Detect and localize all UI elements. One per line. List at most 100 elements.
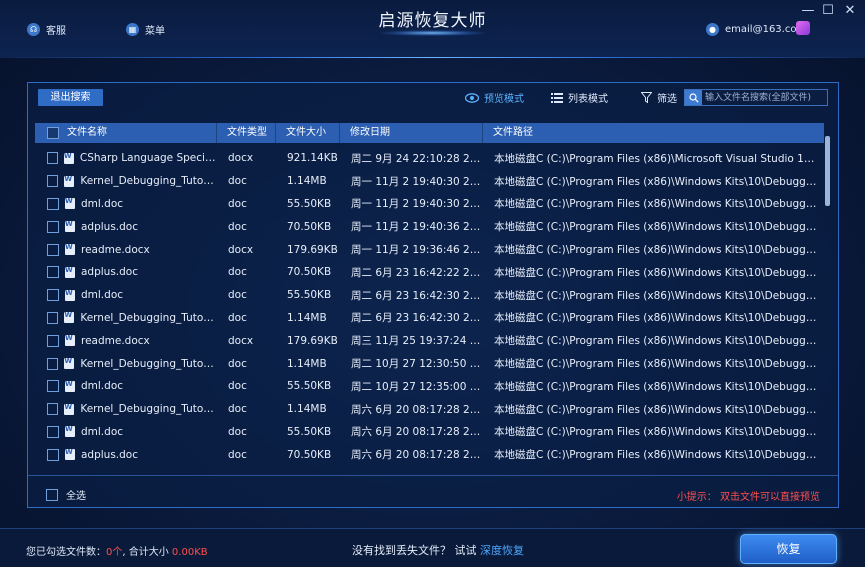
- column-header-name[interactable]: 文件名称: [35, 123, 217, 143]
- filter-button[interactable]: 筛选: [641, 89, 677, 106]
- row-checkbox[interactable]: [47, 357, 59, 370]
- cell-size: 55.50KB: [287, 289, 332, 302]
- search-icon[interactable]: [685, 90, 702, 105]
- cell-path: 本地磁盘C (C:)\Program Files (x86)\Windows K…: [494, 403, 818, 416]
- row-checkbox[interactable]: [47, 152, 58, 165]
- word-document-icon: [64, 312, 75, 324]
- row-checkbox[interactable]: [47, 403, 59, 416]
- column-header-modified[interactable]: 修改日期: [340, 123, 483, 143]
- header-checkbox[interactable]: [47, 127, 59, 139]
- word-document-icon: [65, 426, 75, 438]
- list-icon: [551, 92, 563, 103]
- select-all-checkbox[interactable]: [46, 488, 58, 501]
- results-panel: 退出搜索 预览模式 列表模式 筛选 文件名称 文件类型 文件大: [27, 82, 839, 508]
- cell-size: 179.69KB: [287, 243, 338, 256]
- file-table-body: CSharp Language Specifica... docx 921.14KB…: [35, 147, 824, 476]
- table-row[interactable]: adplus.doc doc 70.50KB 周一 11月 2 19:40:36 20…: [35, 215, 824, 238]
- close-icon[interactable]: ✕: [842, 3, 858, 19]
- table-row[interactable]: Kernel_Debugging_Tutoria... doc 1.14MB 周六 6…: [35, 398, 824, 421]
- cell-size: 1.14MB: [287, 175, 327, 188]
- table-row[interactable]: dml.doc doc 55.50KB 周一 11月 2 19:40:30 2020 本…: [35, 193, 824, 216]
- table-row[interactable]: readme.docx docx 179.69KB 周三 11月 25 19:37:2…: [35, 329, 824, 352]
- cell-name: dml.doc: [35, 289, 217, 302]
- table-row[interactable]: adplus.doc doc 70.50KB 周二 6月 23 16:42:22 20…: [35, 261, 824, 284]
- list-mode-label: 列表模式: [568, 94, 608, 105]
- column-header-type[interactable]: 文件类型: [217, 123, 276, 143]
- table-row[interactable]: Kernel_Debugging_Tutoria... doc 1.14MB 周二 1…: [35, 352, 824, 375]
- table-row[interactable]: dml.doc doc 55.50KB 周二 10月 27 12:35:00 2020…: [35, 375, 824, 398]
- column-header-path[interactable]: 文件路径: [483, 123, 824, 143]
- cell-type: doc: [228, 197, 247, 210]
- cell-path: 本地磁盘C (C:)\Program Files (x86)\Windows K…: [494, 221, 818, 234]
- cell-size: 70.50KB: [287, 220, 332, 233]
- search-input[interactable]: [702, 90, 827, 105]
- cell-modified: 周一 11月 2 19:40:36 2020: [351, 221, 483, 234]
- account-email: email@163.com: [725, 23, 807, 35]
- recover-button[interactable]: 恢复: [740, 534, 837, 564]
- word-document-icon: [64, 175, 75, 187]
- cell-size: 1.14MB: [287, 311, 327, 324]
- cell-type: doc: [228, 403, 247, 416]
- cell-name: Kernel_Debugging_Tutoria...: [35, 357, 217, 370]
- cell-modified: 周二 10月 27 12:30:50 2020: [351, 358, 483, 371]
- row-checkbox[interactable]: [47, 311, 59, 324]
- cell-path: 本地磁盘C (C:)\Program Files (x86)\Windows K…: [494, 198, 818, 211]
- row-checkbox[interactable]: [47, 425, 59, 438]
- word-document-icon: [65, 449, 75, 461]
- row-checkbox[interactable]: [47, 266, 59, 279]
- cell-size: 70.50KB: [287, 266, 332, 279]
- list-mode-button[interactable]: 列表模式: [551, 89, 608, 106]
- row-checkbox[interactable]: [47, 334, 59, 347]
- title-bar: ☊ 客服 ▦ 菜单 启源恢复大师 ● email@163.com — ☐ ✕: [0, 0, 865, 58]
- vip-crown-icon[interactable]: [796, 21, 810, 35]
- minimize-icon[interactable]: —: [800, 3, 816, 19]
- row-checkbox[interactable]: [47, 197, 59, 210]
- row-checkbox[interactable]: [47, 175, 59, 188]
- deep-recover-link[interactable]: 深度恢复: [480, 544, 524, 557]
- table-row[interactable]: Kernel_Debugging_Tutoria... doc 1.14MB 周一 1…: [35, 170, 824, 193]
- cell-modified: 周二 6月 23 16:42:22 2020: [351, 266, 483, 279]
- cell-size: 179.69KB: [287, 334, 338, 347]
- cell-path: 本地磁盘C (C:)\Program Files (x86)\Windows K…: [494, 312, 818, 325]
- table-row[interactable]: dml.doc doc 55.50KB 周六 6月 20 08:17:28 2020 本…: [35, 421, 824, 444]
- cell-name: adplus.doc: [35, 266, 217, 279]
- preview-mode-button[interactable]: 预览模式: [465, 89, 524, 106]
- cell-name: readme.docx: [35, 334, 217, 347]
- cell-modified: 周六 6月 20 08:17:28 2020: [351, 426, 483, 439]
- word-document-icon: [65, 198, 75, 210]
- panel-divider: [28, 475, 838, 476]
- cell-name: adplus.doc: [35, 220, 217, 233]
- cell-modified: 周一 11月 2 19:36:46 2020: [351, 244, 483, 257]
- table-row[interactable]: adplus.doc doc 70.50KB 周六 6月 20 08:17:28 20…: [35, 443, 824, 466]
- cell-type: docx: [228, 334, 254, 347]
- cell-path: 本地磁盘C (C:)\Program Files (x86)\Windows K…: [494, 244, 818, 257]
- maximize-icon[interactable]: ☐: [820, 3, 836, 19]
- row-checkbox[interactable]: [47, 448, 59, 461]
- cell-size: 1.14MB: [287, 357, 327, 370]
- word-document-icon: [65, 380, 75, 392]
- scrollbar-thumb[interactable]: [825, 136, 830, 206]
- row-checkbox[interactable]: [47, 289, 59, 302]
- table-row[interactable]: dml.doc doc 55.50KB 周二 6月 23 16:42:30 2020 本…: [35, 284, 824, 307]
- select-all-label: 全选: [66, 491, 86, 502]
- search-box: [684, 89, 828, 106]
- table-row[interactable]: CSharp Language Specifica... docx 921.14KB…: [35, 147, 824, 170]
- cell-type: doc: [228, 357, 247, 370]
- account-button[interactable]: ● email@163.com: [706, 20, 806, 38]
- row-checkbox[interactable]: [47, 220, 59, 233]
- table-row[interactable]: Kernel_Debugging_Tutoria... doc 1.14MB 周二 6…: [35, 307, 824, 330]
- user-icon: ●: [706, 22, 719, 36]
- exit-search-button[interactable]: 退出搜索: [38, 89, 103, 106]
- table-row[interactable]: readme.docx docx 179.69KB 周一 11月 2 19:36:46…: [35, 238, 824, 261]
- row-checkbox[interactable]: [47, 380, 59, 393]
- selection-summary: 您已勾选文件数：0个, 合计大小 0.00KB: [26, 547, 208, 558]
- word-document-icon: [64, 403, 75, 415]
- select-all-control[interactable]: 全选: [46, 487, 86, 502]
- cell-type: docx: [228, 152, 254, 165]
- column-header-size[interactable]: 文件大小: [276, 123, 340, 143]
- row-checkbox[interactable]: [47, 243, 59, 256]
- cell-name: dml.doc: [35, 380, 217, 393]
- cell-type: doc: [228, 311, 247, 324]
- preview-tip: 小提示： 双击文件可以直接预览: [676, 492, 820, 503]
- cell-name: dml.doc: [35, 197, 217, 210]
